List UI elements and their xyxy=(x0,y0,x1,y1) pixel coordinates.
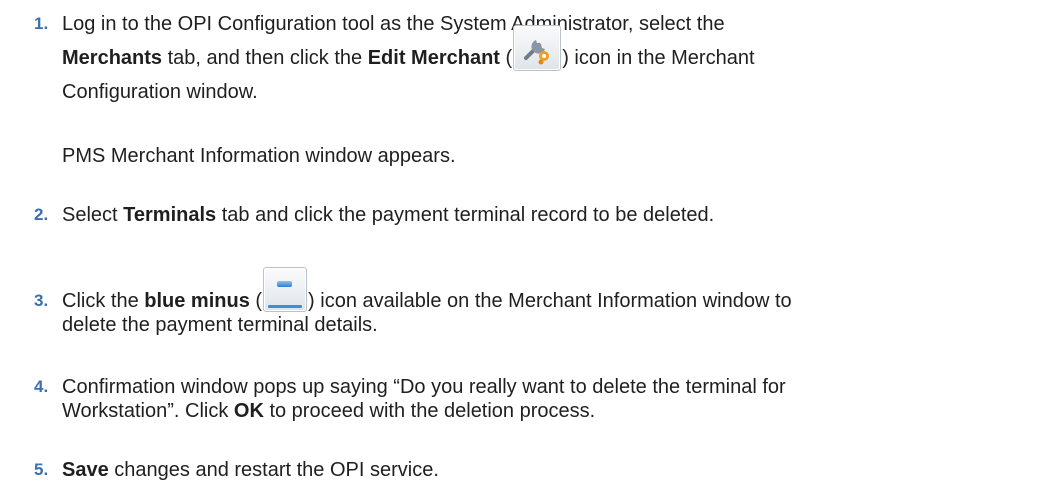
step-text: ) icon available on the Merchant Informa… xyxy=(308,290,792,312)
step-4-line-2: Workstation”. Click OK to proceed with t… xyxy=(62,399,595,423)
minus-underline xyxy=(268,305,303,309)
merchants-tab-ref: Merchants xyxy=(62,47,163,69)
step-number: 2. xyxy=(34,205,49,224)
terminals-tab-ref: Terminals xyxy=(123,204,217,226)
step-1-result: PMS Merchant Information window appears. xyxy=(62,145,456,167)
step-1-line-2: Merchants tab, and then click the Edit M… xyxy=(62,24,755,71)
step-number: 4. xyxy=(34,377,49,396)
step-1-line-1: Log in to the OPI Configuration tool as … xyxy=(62,13,725,35)
step-5-line-1: Save changes and restart the OPI service… xyxy=(62,458,439,482)
step-number: 5. xyxy=(34,460,49,479)
blue-minus-ref: blue minus xyxy=(144,290,250,312)
step-text: ( xyxy=(499,47,513,69)
step-text: ) icon in the Merchant xyxy=(562,47,755,69)
edit-merchant-ref: Edit Merchant xyxy=(367,47,500,69)
step-text: Workstation”. Click xyxy=(62,400,234,422)
step-text: Click the xyxy=(62,290,145,312)
step-text: tab and click the payment terminal recor… xyxy=(216,204,715,226)
step-text: ( xyxy=(249,290,263,312)
step-number: 3. xyxy=(34,291,49,310)
step-2-line-1: Select Terminals tab and click the payme… xyxy=(62,203,714,227)
ok-ref: OK xyxy=(233,400,264,422)
step-1-line-3: Configuration window. xyxy=(62,81,258,103)
step-number: 1. xyxy=(34,14,49,33)
step-text: tab, and then click the xyxy=(162,47,368,69)
save-ref: Save xyxy=(62,459,109,481)
minus-bar xyxy=(277,281,293,288)
instruction-page: 1. Log in to the OPI Configuration tool … xyxy=(0,0,1040,493)
step-text: Select xyxy=(62,204,124,226)
blue-minus-icon xyxy=(263,267,308,313)
wrench-gear-icon xyxy=(513,24,562,71)
step-text: changes and restart the OPI service. xyxy=(108,459,439,481)
step-3-line-1: Click the blue minus ( ) icon available … xyxy=(62,267,792,313)
step-4-line-1: Confirmation window pops up saying “Do y… xyxy=(62,376,786,398)
step-text: to proceed with the deletion process. xyxy=(263,400,596,422)
step-3-line-2: delete the payment terminal details. xyxy=(62,314,378,336)
